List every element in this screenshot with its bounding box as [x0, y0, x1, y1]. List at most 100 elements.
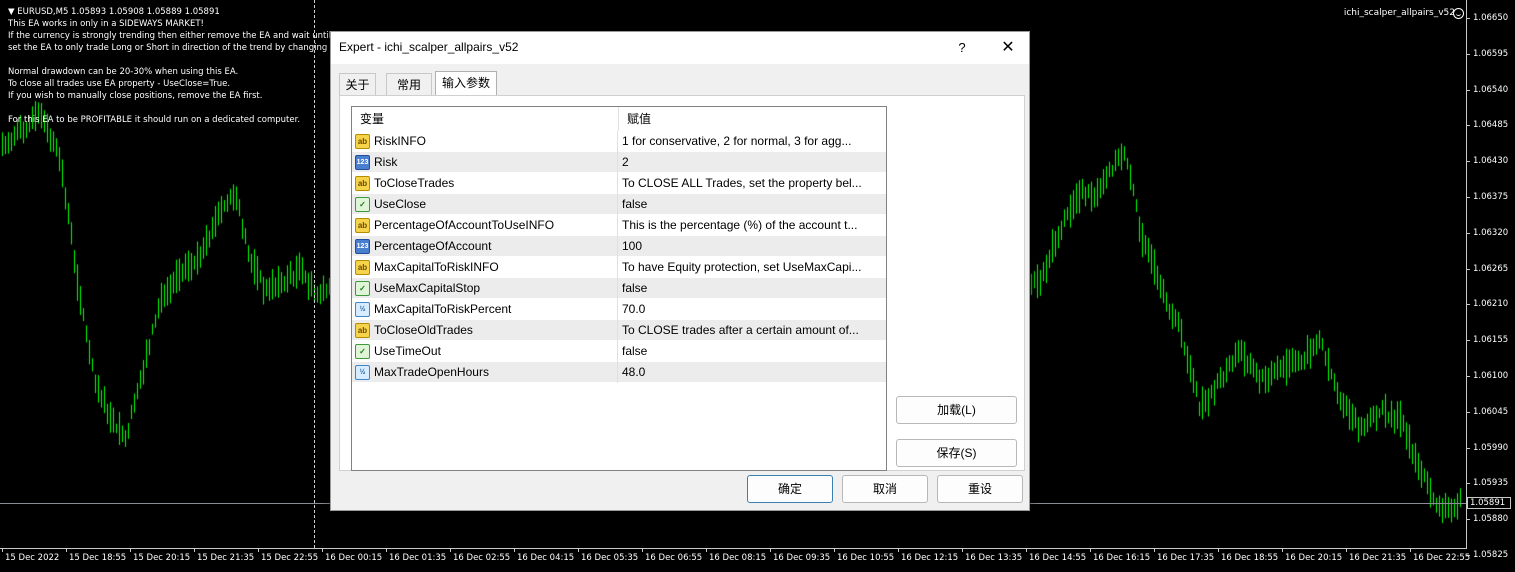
param-row-Risk[interactable]: 123 Risk 2 — [352, 152, 886, 173]
ea-smiley-icon[interactable] — [1453, 8, 1464, 19]
param-value[interactable]: 70.0 — [619, 299, 885, 320]
close-button[interactable]: ✕ — [991, 37, 1025, 59]
price-tick-label: 1.06595 — [1473, 48, 1509, 59]
param-row-UseMaxCapitalStop[interactable]: ✓ UseMaxCapitalStop false — [352, 278, 886, 299]
time-tick-mark — [1026, 548, 1027, 552]
param-row-MaxTradeOpenHours[interactable]: ½ MaxTradeOpenHours 48.0 — [352, 362, 886, 383]
time-tick-label: 16 Dec 18:55 — [1221, 553, 1279, 563]
column-header-variable[interactable]: 变量 — [352, 107, 619, 131]
param-row-PercentageOfAccount[interactable]: 123 PercentageOfAccount 100 — [352, 236, 886, 257]
time-tick-mark — [770, 548, 771, 552]
param-row-ToCloseOldTrades[interactable]: ab ToCloseOldTrades To CLOSE trades after … — [352, 320, 886, 341]
time-tick-label: 15 Dec 2022 — [5, 553, 60, 563]
price-tick-mark — [1466, 411, 1470, 413]
string-type-icon: ab — [355, 323, 370, 338]
param-value[interactable]: false — [619, 278, 885, 299]
cancel-button[interactable]: 取消 — [842, 475, 928, 503]
symbol-quote: EURUSD,M5 1.05893 1.05908 1.05889 1.0589… — [17, 7, 220, 17]
param-row-RiskINFO[interactable]: ab RiskINFO 1 for conservative, 2 for norm… — [352, 131, 886, 152]
reset-button[interactable]: 重设 — [937, 475, 1023, 503]
param-value[interactable]: This is the percentage (%) of the accoun… — [619, 215, 885, 236]
time-tick-label: 15 Dec 18:55 — [69, 553, 127, 563]
ok-button[interactable]: 确定 — [747, 475, 833, 503]
param-name: Risk — [374, 152, 618, 173]
time-tick-mark — [1154, 548, 1155, 552]
column-header-value[interactable]: 赋值 — [619, 107, 886, 131]
double-type-icon: ½ — [355, 365, 370, 380]
price-tick-mark — [1466, 304, 1470, 306]
time-tick-label: 16 Dec 17:35 — [1157, 553, 1215, 563]
time-tick-mark — [1410, 548, 1411, 552]
ea-comment-line: For this EA to be PROFITABLE it should r… — [8, 115, 301, 125]
param-row-UseTimeOut[interactable]: ✓ UseTimeOut false — [352, 341, 886, 362]
tab-common[interactable]: 常用 — [386, 73, 432, 95]
time-tick-mark — [834, 548, 835, 552]
double-type-icon: ½ — [355, 302, 370, 317]
string-type-icon: ab — [355, 176, 370, 191]
param-value[interactable]: 1 for conservative, 2 for normal, 3 for … — [619, 131, 885, 152]
bool-type-icon: ✓ — [355, 197, 370, 212]
dialog-titlebar[interactable]: Expert - ichi_scalper_allpairs_v52 ? ✕ — [331, 32, 1029, 64]
time-tick-mark — [1218, 548, 1219, 552]
price-tick-label: 1.06210 — [1473, 299, 1509, 310]
param-name: MaxCapitalToRiskINFO — [374, 257, 618, 278]
current-price-tag: 1.05891 — [1467, 497, 1511, 509]
price-tick-label: 1.06155 — [1473, 335, 1509, 346]
time-tick-label: 15 Dec 22:55 — [261, 553, 319, 563]
time-tick-label: 16 Dec 02:55 — [453, 553, 511, 563]
param-value[interactable]: false — [619, 341, 885, 362]
param-value[interactable]: 100 — [619, 236, 885, 257]
price-tick-mark — [1466, 340, 1470, 342]
time-tick-label: 16 Dec 01:35 — [389, 553, 447, 563]
time-tick-mark — [194, 548, 195, 552]
param-value[interactable]: To CLOSE trades after a certain amount o… — [619, 320, 885, 341]
param-value[interactable]: false — [619, 194, 885, 215]
time-tick-mark — [642, 548, 643, 552]
param-row-ToCloseTrades[interactable]: ab ToCloseTrades To CLOSE ALL Trades, set … — [352, 173, 886, 194]
time-tick-mark — [1282, 548, 1283, 552]
time-tick-label: 16 Dec 14:55 — [1029, 553, 1087, 563]
time-tick-mark — [1090, 548, 1091, 552]
save-button[interactable]: 保存(S) — [896, 439, 1017, 467]
price-tick-mark — [1466, 447, 1470, 449]
time-tick-label: 16 Dec 10:55 — [837, 553, 895, 563]
help-button[interactable]: ? — [947, 37, 977, 59]
ea-comment-line: This EA works in only in a SIDEWAYS MARK… — [8, 19, 204, 29]
price-tick-label: 1.05825 — [1473, 550, 1509, 560]
param-row-PercentageOfAccountToUseINFO[interactable]: ab PercentageOfAccountToUseINFO This is th… — [352, 215, 886, 236]
input-parameters-table[interactable]: 变量 赋值 ab RiskINFO 1 for conservative, 2 fo… — [351, 106, 887, 471]
param-value[interactable]: To have Equity protection, set UseMaxCap… — [619, 257, 885, 278]
time-axis-border — [0, 548, 1467, 549]
string-type-icon: ab — [355, 260, 370, 275]
price-tick-mark — [1466, 268, 1470, 270]
price-tick-mark — [1466, 376, 1470, 377]
bool-type-icon: ✓ — [355, 344, 370, 359]
price-tick-mark — [1466, 89, 1470, 91]
tab-inputs[interactable]: 输入参数 — [435, 71, 497, 96]
param-value[interactable]: 2 — [619, 152, 885, 173]
param-value[interactable]: 48.0 — [619, 362, 885, 383]
time-tick-label: 16 Dec 20:15 — [1285, 553, 1343, 563]
tab-about[interactable]: 关于 — [339, 73, 376, 95]
param-row-UseClose[interactable]: ✓ UseClose false — [352, 194, 886, 215]
param-value[interactable]: To CLOSE ALL Trades, set the property be… — [619, 173, 885, 194]
param-name: PercentageOfAccount — [374, 236, 618, 257]
collapse-triangle-icon[interactable]: ▼ — [8, 7, 15, 17]
expert-properties-dialog: Expert - ichi_scalper_allpairs_v52 ? ✕ 关… — [330, 31, 1030, 511]
time-tick-label: 15 Dec 21:35 — [197, 553, 255, 563]
param-name: MaxTradeOpenHours — [374, 362, 618, 383]
time-tick-mark — [578, 548, 579, 552]
inputs-panel: 变量 赋值 ab RiskINFO 1 for conservative, 2 fo… — [339, 95, 1025, 471]
price-tick-mark — [1466, 161, 1470, 163]
load-button[interactable]: 加载(L) — [896, 396, 1017, 424]
price-tick-label: 1.06100 — [1473, 371, 1509, 381]
price-tick-label: 1.06485 — [1473, 120, 1509, 131]
param-row-MaxCapitalToRiskPercent[interactable]: ½ MaxCapitalToRiskPercent 70.0 — [352, 299, 886, 320]
time-tick-label: 16 Dec 12:15 — [901, 553, 959, 563]
string-type-icon: ab — [355, 218, 370, 233]
time-tick-mark — [898, 548, 899, 552]
price-tick-label: 1.06375 — [1473, 192, 1509, 202]
param-row-MaxCapitalToRiskINFO[interactable]: ab MaxCapitalToRiskINFO To have Equity pro… — [352, 257, 886, 278]
time-tick-mark — [2, 548, 3, 552]
dialog-title: Expert - ichi_scalper_allpairs_v52 — [339, 40, 519, 54]
